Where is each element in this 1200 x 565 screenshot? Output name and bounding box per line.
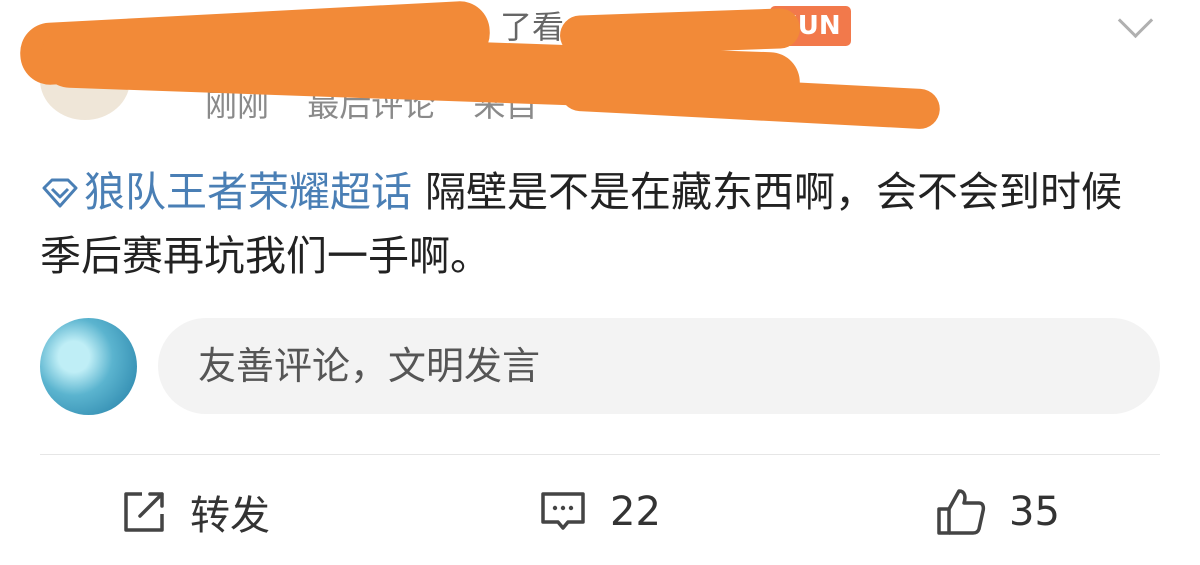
redaction-mark (559, 70, 941, 130)
chevron-down-icon[interactable] (1117, 2, 1154, 39)
post-content: 狼队王者荣耀超话 隔壁是不是在藏东西啊，会不会到时候季后赛再坑我们一手啊。 (40, 160, 1160, 288)
comment-count: 22 (610, 489, 661, 535)
super-topic-label: 狼队王者荣耀超话 (84, 168, 412, 216)
repost-label: 转发 (190, 493, 270, 539)
poster-name[interactable]: 了看 (500, 2, 564, 48)
like-count: 35 (1009, 489, 1060, 535)
divider (40, 454, 1160, 455)
redaction-mark (559, 7, 801, 57)
user-avatar[interactable] (40, 318, 137, 415)
repost-icon (124, 492, 164, 532)
comment-icon (541, 492, 585, 530)
comment-button[interactable]: 22 (538, 482, 661, 542)
super-topic-link[interactable]: 狼队王者荣耀超话 (40, 168, 412, 216)
like-button[interactable]: 35 (935, 482, 1060, 542)
like-icon (937, 489, 986, 535)
repost-button[interactable]: 转发 (120, 482, 270, 542)
comment-input[interactable]: 友善评论，文明发言 (158, 318, 1160, 414)
super-topic-icon (42, 178, 78, 208)
post-header: 了看 FUN 刚刚 最后评论 来自 (0, 0, 1200, 140)
